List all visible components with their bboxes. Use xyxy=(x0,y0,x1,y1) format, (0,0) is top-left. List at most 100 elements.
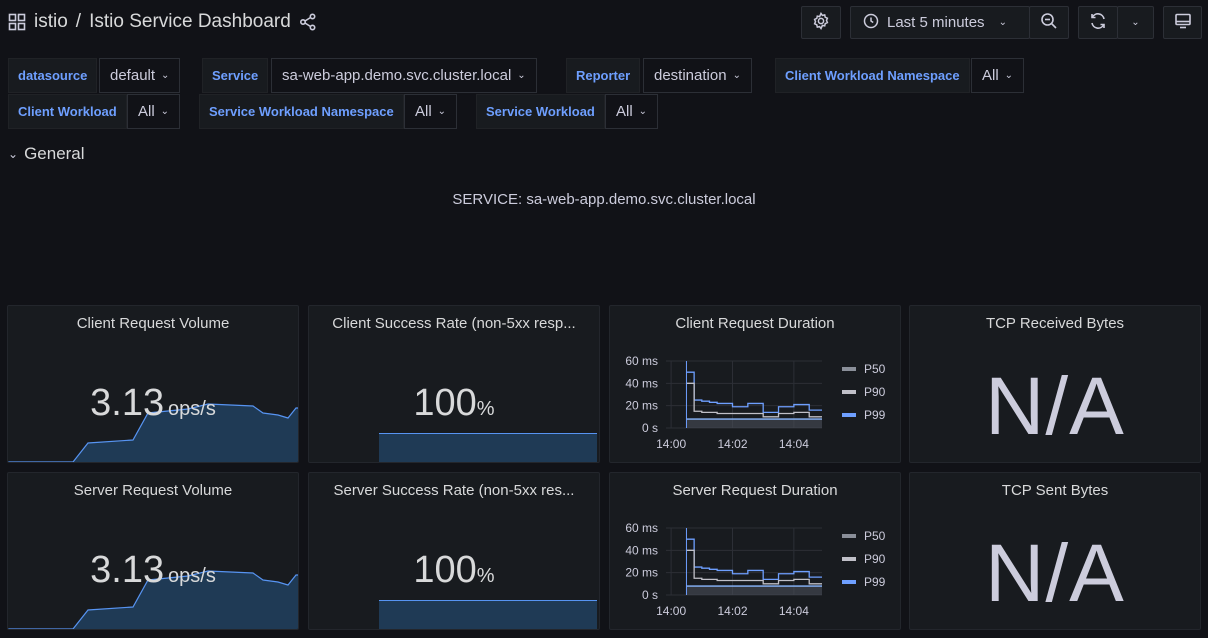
chart-legend: P50 P90 P99 xyxy=(842,357,885,426)
series-line-p90 xyxy=(686,382,822,418)
refresh-button[interactable] xyxy=(1078,6,1118,39)
panel-client-success-rate[interactable]: Client Success Rate (non-5xx resp... 100… xyxy=(308,305,600,463)
chevron-down-icon: ⌄ xyxy=(732,70,741,81)
legend-item-p50[interactable]: P50 xyxy=(842,524,885,547)
panel-server-success-rate[interactable]: Server Success Rate (non-5xx res... 100% xyxy=(308,472,600,630)
monitor-icon xyxy=(1174,12,1192,33)
panel-server-request-volume[interactable]: Server Request Volume 3.13 ops/s xyxy=(7,472,299,630)
var-select-reporter[interactable]: destination ⌄ xyxy=(643,58,752,93)
chevron-down-icon: ⌄ xyxy=(160,106,170,117)
var-select-service-workload[interactable]: All ⌄ xyxy=(605,94,659,129)
dashboards-grid-icon[interactable] xyxy=(8,13,26,31)
tv-mode-button[interactable] xyxy=(1163,6,1202,39)
var-select-service[interactable]: sa-web-app.demo.svc.cluster.local ⌄ xyxy=(271,58,537,93)
row-title: General xyxy=(24,144,85,163)
gear-icon xyxy=(812,12,830,33)
zoom-out-icon xyxy=(1040,12,1058,33)
refresh-icon xyxy=(1089,12,1107,33)
series-line-p99 xyxy=(686,538,822,581)
chevron-down-icon: ⌄ xyxy=(1131,17,1140,28)
panel-client-request-volume[interactable]: Client Request Volume 3.13 ops/s xyxy=(7,305,299,463)
legend-label: P50 xyxy=(864,528,886,543)
legend-item-p90[interactable]: P90 xyxy=(842,547,885,570)
refresh-interval-dropdown[interactable]: ⌄ xyxy=(1117,6,1154,39)
var-select-client-workload-namespace[interactable]: All ⌄ xyxy=(971,58,1025,93)
stat-number: 100 xyxy=(413,549,477,591)
breadcrumb-separator: / xyxy=(75,11,82,32)
y-tick-label: 0 s xyxy=(642,588,658,602)
legend-swatch xyxy=(842,366,856,371)
dashboard-settings-button[interactable] xyxy=(801,6,841,39)
sparkline-fill xyxy=(379,600,597,629)
chevron-down-icon: ⌄ xyxy=(8,147,19,161)
stat-unit: % xyxy=(476,565,495,587)
var-label-client-workload-namespace: Client Workload Namespace xyxy=(775,58,970,93)
var-value: sa-web-app.demo.svc.cluster.local xyxy=(282,67,512,84)
var-value: All xyxy=(415,103,432,120)
stat-value: 3.13 ops/s xyxy=(8,382,298,425)
legend-item-p99[interactable]: P99 xyxy=(842,403,885,426)
legend-swatch xyxy=(842,533,856,538)
x-tick-label: 14:02 xyxy=(717,437,747,451)
stat-unit: % xyxy=(476,398,495,420)
var-select-client-workload[interactable]: All ⌄ xyxy=(127,94,181,129)
y-tick-label: 60 ms xyxy=(625,354,658,368)
series-area-p50 xyxy=(686,586,822,595)
sparkline-fill xyxy=(379,433,597,462)
y-tick-label: 0 s xyxy=(642,421,658,435)
chevron-down-icon: ⌄ xyxy=(638,106,648,117)
legend-swatch xyxy=(842,579,856,584)
var-value: destination xyxy=(654,67,727,84)
legend-label: P99 xyxy=(864,407,886,422)
folder-link[interactable]: istio xyxy=(34,11,68,33)
panel-title: Client Success Rate (non-5xx resp... xyxy=(332,315,576,332)
chevron-down-icon: ⌄ xyxy=(517,70,526,81)
row-general[interactable]: ⌄ General xyxy=(8,144,85,164)
legend-item-p50[interactable]: P50 xyxy=(842,357,885,380)
chart-legend: P50 P90 P99 xyxy=(842,524,885,593)
panel-tcp-sent-bytes[interactable]: TCP Sent Bytes N/A xyxy=(909,472,1201,630)
stat-number: 100 xyxy=(413,382,477,424)
var-label-reporter: Reporter xyxy=(566,58,641,93)
x-tick-label: 14:02 xyxy=(717,604,747,618)
var-label-service-workload: Service Workload xyxy=(476,94,605,129)
legend-label: P50 xyxy=(864,361,886,376)
stat-value: N/A xyxy=(985,528,1125,619)
stat-value: N/A xyxy=(985,361,1125,452)
time-range-picker[interactable]: Last 5 minutes ⌄ xyxy=(850,6,1030,39)
legend-swatch xyxy=(842,556,856,561)
var-label-client-workload: Client Workload xyxy=(8,94,127,129)
stat-value: 100% xyxy=(309,382,599,425)
panel-server-request-duration[interactable]: Server Request Duration 60 ms 40 ms 20 ms 0… xyxy=(609,472,901,630)
zoom-out-button[interactable] xyxy=(1029,6,1069,39)
y-tick-label: 60 ms xyxy=(625,521,658,535)
panel-tcp-received-bytes[interactable]: TCP Received Bytes N/A xyxy=(909,305,1201,463)
panel-client-request-duration[interactable]: Client Request Duration 60 ms 40 ms 20 ms 0… xyxy=(609,305,901,463)
stat-number: 3.13 xyxy=(90,382,165,424)
stat-unit: ops/s xyxy=(168,565,216,587)
stat-number: 3.13 xyxy=(90,549,165,591)
x-tick-label: 14:04 xyxy=(779,437,809,451)
var-value: All xyxy=(982,67,999,84)
legend-item-p90[interactable]: P90 xyxy=(842,380,885,403)
panel-title: TCP Sent Bytes xyxy=(1001,482,1109,499)
legend-label: P90 xyxy=(864,384,886,399)
y-tick-label: 20 ms xyxy=(625,399,658,413)
var-label-service: Service xyxy=(202,58,269,93)
series-line-p99 xyxy=(686,371,822,414)
x-tick-label: 14:04 xyxy=(779,604,809,618)
share-icon[interactable] xyxy=(299,13,317,31)
stat-unit: ops/s xyxy=(168,398,216,420)
legend-item-p99[interactable]: P99 xyxy=(842,570,885,593)
var-select-datasource[interactable]: default ⌄ xyxy=(99,58,181,93)
var-select-service-workload-namespace[interactable]: All ⌄ xyxy=(404,94,458,129)
x-tick-label: 14:00 xyxy=(656,437,686,451)
chevron-down-icon: ⌄ xyxy=(998,17,1007,28)
stat-value: 100% xyxy=(309,549,599,592)
service-text-panel: SERVICE: sa-web-app.demo.svc.cluster.loc… xyxy=(452,191,756,208)
y-tick-label: 40 ms xyxy=(625,376,658,390)
chevron-down-icon: ⌄ xyxy=(1004,70,1014,81)
time-range-label: Last 5 minutes xyxy=(887,14,985,31)
dashboard-title[interactable]: Istio Service Dashboard xyxy=(89,11,291,33)
clock-icon xyxy=(863,13,879,33)
